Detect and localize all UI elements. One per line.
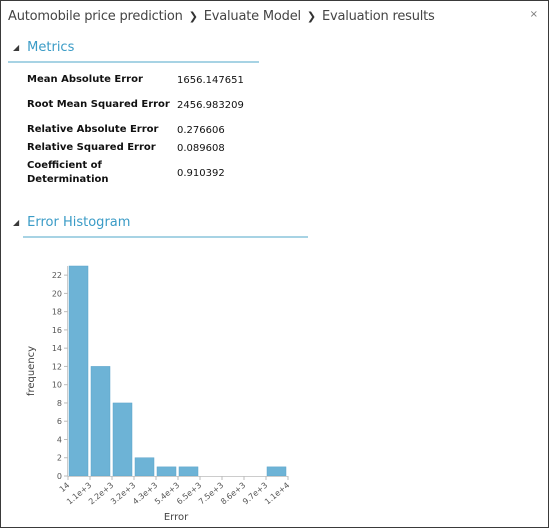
histogram-bar — [266, 466, 287, 477]
histogram-bar — [156, 466, 177, 477]
y-tick-label: 6 — [57, 417, 62, 426]
x-tick-label: 1.1e+4 — [263, 481, 291, 507]
y-tick-label: 20 — [52, 289, 62, 298]
y-tick-label: 10 — [52, 381, 62, 390]
x-axis-label: Error — [164, 512, 189, 523]
y-tick-label: 4 — [57, 435, 62, 444]
y-axis: 0 2 4 6 8 10 12 14 16 18 20 22 — [52, 266, 68, 481]
histogram-bar — [68, 265, 89, 477]
y-tick-label: 2 — [57, 454, 62, 463]
y-axis-label: frequency — [26, 346, 37, 396]
histogram-bar — [112, 402, 133, 477]
error-histogram-chart: 0 2 4 6 8 10 12 14 16 18 20 22 141.1e+32.2e+33.2e+3… — [26, 265, 291, 523]
y-tick-label: 22 — [52, 271, 62, 280]
histogram-bar — [90, 366, 111, 477]
y-tick-label: 0 — [57, 472, 62, 481]
y-tick-label: 16 — [52, 326, 62, 335]
histogram-bar — [178, 466, 199, 477]
bars — [68, 265, 287, 477]
y-tick-label: 8 — [57, 399, 62, 408]
histogram-bar — [134, 457, 155, 477]
evaluation-results-panel: Automobile price prediction ❯ Evaluate Mod… — [0, 0, 549, 528]
x-axis: 141.1e+32.2e+33.2e+34.3e+35.4e+36.5e+37.… — [58, 476, 291, 507]
y-tick-label: 14 — [52, 344, 62, 353]
x-tick-label: 14 — [58, 481, 72, 494]
y-tick-label: 18 — [52, 308, 62, 317]
y-tick-label: 12 — [52, 362, 62, 371]
